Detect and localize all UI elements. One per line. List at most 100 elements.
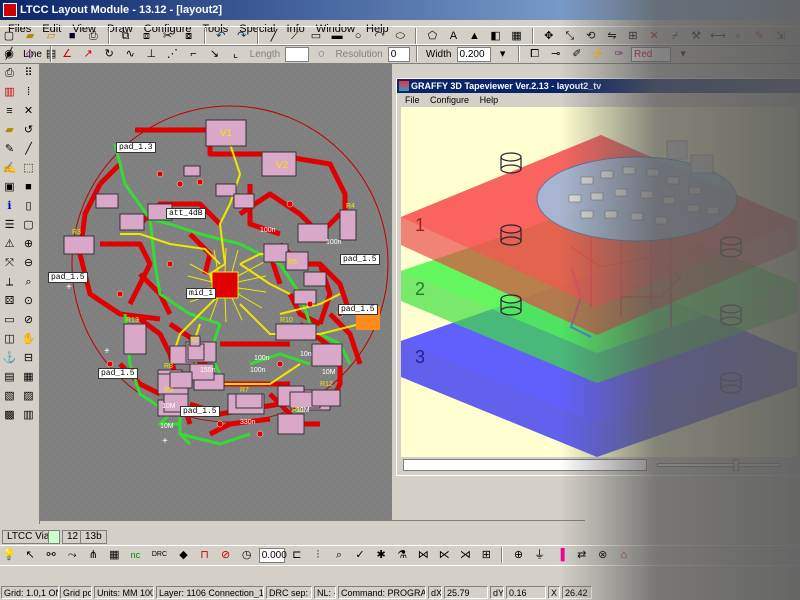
pencil-icon[interactable]: ✎ — [1, 141, 18, 158]
cube-icon[interactable]: ◫ — [1, 331, 18, 348]
cut-icon[interactable]: ✂ — [160, 28, 176, 44]
brush-icon[interactable]: ✑ — [611, 46, 627, 62]
folder-icon[interactable]: ▰ — [1, 122, 18, 139]
pan-icon[interactable]: ✋ — [20, 331, 37, 348]
new-file-icon[interactable]: ▢ — [1, 28, 17, 44]
tab-13b[interactable]: 13b — [80, 530, 107, 544]
layout-canvas[interactable]: V1 V2 R5 R3 R4 R10 R11 R12 R13 R8 R9 R2 … — [40, 64, 392, 520]
loop-icon[interactable]: ↺ — [20, 122, 37, 139]
line2-icon[interactable]: ╱ — [20, 141, 37, 158]
zoom-out-icon[interactable]: ⊖ — [20, 255, 37, 272]
layer-f-icon[interactable]: ▥ — [20, 407, 37, 424]
zoom-window-icon[interactable]: ⌕ — [20, 274, 37, 291]
color-dropdown-icon[interactable]: ▾ — [675, 46, 691, 62]
dropdown-icon[interactable]: ▾ — [495, 46, 511, 62]
circle-icon[interactable]: ○ — [350, 28, 366, 44]
pad-label-att[interactable]: att_4dB — [166, 208, 206, 219]
arrows-icon[interactable]: ⇄ — [574, 547, 590, 563]
shape-icon[interactable]: ◆ — [176, 547, 192, 563]
zoom-in-icon[interactable]: ⊕ — [20, 236, 37, 253]
pad-label-4[interactable]: pad_1.5 — [338, 304, 378, 315]
anchor-icon[interactable]: ⚓ — [1, 350, 18, 367]
xy-icon[interactable]: ⤧ — [1, 255, 18, 272]
length-field[interactable] — [285, 46, 310, 62]
rgb-icon[interactable]: ▥ — [1, 84, 18, 101]
polygon-icon[interactable]: ⬠ — [424, 28, 440, 44]
pen-icon[interactable]: ✐ — [569, 46, 585, 62]
text-icon[interactable]: A — [445, 28, 461, 44]
magnet-icon[interactable]: ⊓ — [197, 547, 213, 563]
arc-icon[interactable]: ◠ — [371, 28, 387, 44]
sym-b-icon[interactable]: ⋉ — [436, 547, 452, 563]
open-folder-icon[interactable]: ▰ — [22, 28, 38, 44]
sym-d-icon[interactable]: ⊞ — [478, 547, 494, 563]
duplicate-icon[interactable]: ⧇ — [181, 28, 197, 44]
layers-icon[interactable]: ⧠ — [527, 46, 543, 62]
pad-label-1[interactable]: pad_1.3 — [116, 142, 156, 153]
rotate-snap-icon[interactable]: ↻ — [101, 46, 117, 62]
triangle-icon[interactable]: ▲ — [467, 28, 483, 44]
box-icon[interactable]: ▢ — [20, 217, 37, 234]
polyline-icon[interactable]: ⟋ — [287, 28, 303, 44]
ortho-icon[interactable]: ⊥ — [143, 46, 159, 62]
layer-e-icon[interactable]: ▩ — [1, 407, 18, 424]
measure-icon[interactable]: ⟷ — [709, 28, 726, 44]
pad-label-mid[interactable]: mid_1 — [186, 288, 217, 299]
bend-icon[interactable]: ⌐ — [185, 46, 201, 62]
grid-dots-icon[interactable]: ⠿ — [20, 65, 37, 82]
bug-icon[interactable]: ✱ — [373, 547, 389, 563]
info-icon[interactable]: ℹ — [1, 198, 18, 215]
snap-icon[interactable]: ↗ — [80, 46, 96, 62]
bottom-value-field[interactable]: 0.000 — [258, 547, 287, 563]
undo-icon[interactable]: ↶ — [213, 28, 229, 44]
flask-icon[interactable]: ⚗ — [394, 547, 410, 563]
rotate-icon[interactable]: ⟲ — [583, 28, 599, 44]
width-field[interactable]: 0.200 — [456, 46, 491, 62]
via-icon[interactable]: ⊕ — [511, 547, 527, 563]
diag-icon[interactable]: ⋰ — [164, 46, 180, 62]
color-select[interactable]: Red — [631, 46, 672, 62]
dice-icon[interactable]: ⚄ — [1, 293, 18, 310]
paste-icon[interactable]: ⧈ — [138, 28, 154, 44]
zoom-icon[interactable]: ⌕ — [730, 28, 746, 44]
sym-c-icon[interactable]: ⋊ — [457, 547, 473, 563]
clock-icon[interactable]: ◷ — [239, 547, 255, 563]
line-tool-icon[interactable]: ╱ — [1, 46, 17, 62]
cursor-icon[interactable]: ↖ — [22, 547, 38, 563]
ruler-icon[interactable]: ⊟ — [20, 350, 37, 367]
stack-icon[interactable]: ≡ — [1, 103, 18, 120]
chip-icon[interactable]: ▣ — [1, 179, 18, 196]
rect-sel-icon[interactable]: ▭ — [1, 312, 18, 329]
check-icon[interactable]: ✓ — [352, 547, 368, 563]
layer-d-icon[interactable]: ▨ — [20, 388, 37, 405]
split-icon[interactable]: ⫶ — [310, 547, 326, 563]
layer-b-icon[interactable]: ▦ — [20, 369, 37, 386]
house-icon[interactable]: ⌂ — [616, 547, 632, 563]
viewer-slider-thumb[interactable] — [733, 459, 739, 471]
pad-label-2[interactable]: pad_1.5 — [48, 272, 88, 283]
copy-icon[interactable]: ⧉ — [117, 28, 133, 44]
drc-icon[interactable]: DRC — [148, 547, 170, 563]
layer-c-icon[interactable]: ▧ — [1, 388, 18, 405]
route-icon[interactable]: ⤳ — [64, 547, 80, 563]
printer-icon[interactable]: ⎙ — [1, 65, 18, 82]
sym-a-icon[interactable]: ⋈ — [415, 547, 431, 563]
rect-icon[interactable]: ▭ — [308, 28, 324, 44]
angle-icon[interactable]: ∠ — [59, 46, 75, 62]
select-icon[interactable]: ⬚ — [20, 160, 37, 177]
zoom-all-icon[interactable]: ⊙ — [20, 293, 37, 310]
tool-icon[interactable]: ⚒ — [688, 28, 704, 44]
pad-label-5[interactable]: pad_1.5 — [98, 368, 138, 379]
edit-icon[interactable]: ✍ — [1, 160, 18, 177]
save-icon[interactable]: ■ — [64, 28, 80, 44]
fill-icon[interactable]: ◧ — [488, 28, 504, 44]
open-icon[interactable]: ▱ — [43, 28, 59, 44]
viewer-slider-track[interactable] — [657, 463, 781, 467]
viewer-menu-help[interactable]: Help — [476, 95, 503, 105]
fill-rect-icon[interactable]: ▬ — [329, 28, 345, 44]
ellipse-icon[interactable]: ⬭ — [392, 28, 408, 44]
stop-icon[interactable]: ⊘ — [218, 547, 234, 563]
align-icon[interactable]: ⊏ — [289, 547, 305, 563]
mirror-icon[interactable]: ⇋ — [604, 28, 620, 44]
viewer-text-input[interactable] — [403, 459, 647, 471]
